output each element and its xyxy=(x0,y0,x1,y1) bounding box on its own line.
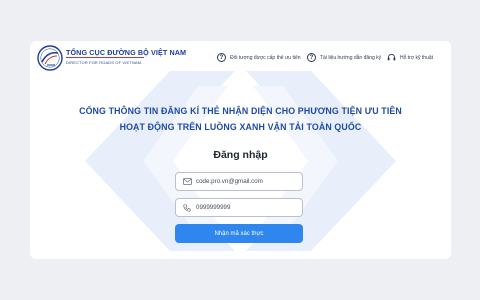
brand-divider xyxy=(66,57,144,58)
brand-name: TỔNG CỤC ĐƯỜNG BỘ VIỆT NAM xyxy=(66,48,187,57)
brand-subtitle: DIRECTOR FOR ROADS OF VIETNAM xyxy=(66,60,142,65)
question-icon: ? xyxy=(217,53,226,62)
nav-link-label: Hỗ trợ kỹ thuật xyxy=(400,54,434,61)
portal-title-line-2: HOẠT ĐỘNG TRÊN LUỒNG XANH VẬN TẢI TOÀN Q… xyxy=(119,122,362,132)
email-field[interactable] xyxy=(175,172,303,191)
header: TỔNG CỤC ĐƯỜNG BỘ VIỆT NAM DIRECTOR FOR … xyxy=(30,41,451,75)
nav-link-technical-support[interactable]: Hỗ trợ kỹ thuật xyxy=(387,52,433,63)
phone-icon xyxy=(182,203,192,213)
get-verification-code-button[interactable]: Nhận mã xác thực xyxy=(175,224,303,243)
nav-link-label: Tài liệu hướng dẫn đăng ký xyxy=(320,54,382,61)
phone-field[interactable] xyxy=(175,198,303,217)
portal-title-line-1: CỔNG THÔNG TIN ĐĂNG KÍ THẺ NHẬN DIỆN CHO… xyxy=(79,106,402,116)
road-logo-icon[interactable] xyxy=(37,45,63,71)
login-card: TỔNG CỤC ĐƯỜNG BỘ VIỆT NAM DIRECTOR FOR … xyxy=(30,41,451,259)
phone-input[interactable] xyxy=(196,204,296,211)
email-input[interactable] xyxy=(196,178,296,185)
login-heading: Đăng nhập xyxy=(213,149,268,161)
nav-link-eligible-objects[interactable]: ? Đối tượng được cấp thẻ ưu tiên xyxy=(217,52,301,63)
question-icon: ? xyxy=(307,53,316,62)
nav-link-registration-guide[interactable]: ? Tài liệu hướng dẫn đăng ký xyxy=(307,52,381,63)
mail-icon xyxy=(182,177,192,187)
headset-icon xyxy=(387,53,396,62)
nav-link-label: Đối tượng được cấp thẻ ưu tiên xyxy=(230,54,301,61)
